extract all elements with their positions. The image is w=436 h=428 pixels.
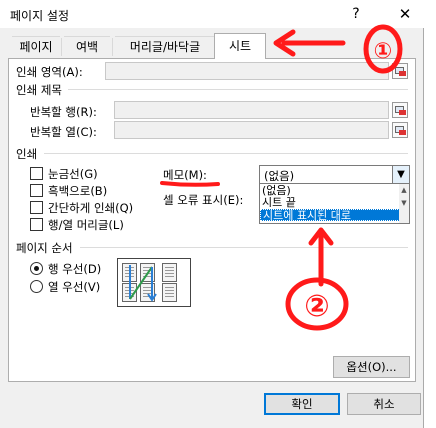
options-button[interactable]: 옵션(O)... xyxy=(333,356,410,378)
group-divider xyxy=(68,89,408,90)
tab-divider xyxy=(61,38,62,56)
dropdown-option-selected[interactable]: 시트에 표시된 대로 xyxy=(260,209,400,222)
down-then-over-label: 행 우선(D) xyxy=(48,262,102,276)
chevron-down-icon[interactable]: ▼ xyxy=(392,166,409,183)
comments-select[interactable]: (없음) ▼ xyxy=(259,165,410,184)
collapse-dialog-icon[interactable] xyxy=(392,63,408,79)
row-col-headings-label: 행/열 머리글(L) xyxy=(48,218,124,232)
collapse-dialog-icon[interactable] xyxy=(392,122,408,138)
draft-quality-checkbox[interactable] xyxy=(30,201,43,214)
cancel-button[interactable]: 취소 xyxy=(347,393,421,415)
help-button[interactable]: ? xyxy=(346,4,366,24)
print-area-label: 인쇄 영역(A): xyxy=(16,65,83,79)
black-white-label: 흑백으로(B) xyxy=(48,184,108,198)
rows-to-repeat-input[interactable] xyxy=(114,101,389,119)
tab-sheet[interactable]: 시트 xyxy=(214,33,266,59)
cols-to-repeat-label: 반복할 열(C): xyxy=(30,125,97,139)
dropdown-option[interactable]: 시트 끝 xyxy=(260,197,400,209)
print-titles-label: 인쇄 제목 xyxy=(16,83,62,97)
down-then-over-radio[interactable] xyxy=(30,262,43,275)
collapse-dialog-icon[interactable] xyxy=(392,102,408,118)
comments-label: 메모(M): xyxy=(163,168,207,182)
over-then-down-radio[interactable] xyxy=(30,280,43,293)
gridlines-label: 눈금선(G) xyxy=(48,167,98,181)
print-section-label: 인쇄 xyxy=(16,147,38,161)
group-divider xyxy=(44,153,408,154)
tab-margins[interactable]: 여백 xyxy=(64,36,110,58)
page-order-preview-icon xyxy=(117,258,191,307)
list-scrollbar[interactable]: ▲ ▼ xyxy=(399,184,409,223)
page-setup-dialog: 페이지 설정 ? ✕ 페이지 여백 머리글/바닥글 시트 인쇄 영역(A): 인… xyxy=(0,0,424,428)
close-button[interactable]: ✕ xyxy=(394,4,416,24)
tab-header-footer[interactable]: 머리글/바닥글 xyxy=(115,36,215,58)
black-white-checkbox[interactable] xyxy=(30,184,43,197)
background-window-edge xyxy=(426,0,436,428)
tab-divider xyxy=(112,38,113,56)
title-bar: 페이지 설정 ? ✕ xyxy=(0,0,424,28)
group-divider xyxy=(80,247,408,248)
rows-to-repeat-label: 반복할 행(R): xyxy=(30,105,97,119)
tab-page[interactable]: 페이지 xyxy=(12,36,60,58)
page-order-label: 페이지 순서 xyxy=(16,241,73,255)
ok-button[interactable]: 확인 xyxy=(264,393,340,415)
cell-errors-label: 셀 오류 표시(E): xyxy=(163,193,244,207)
comments-dropdown-list: (없음) 시트 끝 시트에 표시된 대로 ▲ ▼ xyxy=(259,183,410,224)
print-area-input[interactable] xyxy=(105,62,389,80)
over-then-down-label: 열 우선(V) xyxy=(48,280,101,294)
gridlines-checkbox[interactable] xyxy=(30,167,43,180)
draft-quality-label: 간단하게 인쇄(Q) xyxy=(48,201,134,215)
row-col-headings-checkbox[interactable] xyxy=(30,218,43,231)
comments-selected-value: (없음) xyxy=(264,169,295,183)
cols-to-repeat-input[interactable] xyxy=(114,121,389,139)
dialog-title: 페이지 설정 xyxy=(10,9,70,23)
